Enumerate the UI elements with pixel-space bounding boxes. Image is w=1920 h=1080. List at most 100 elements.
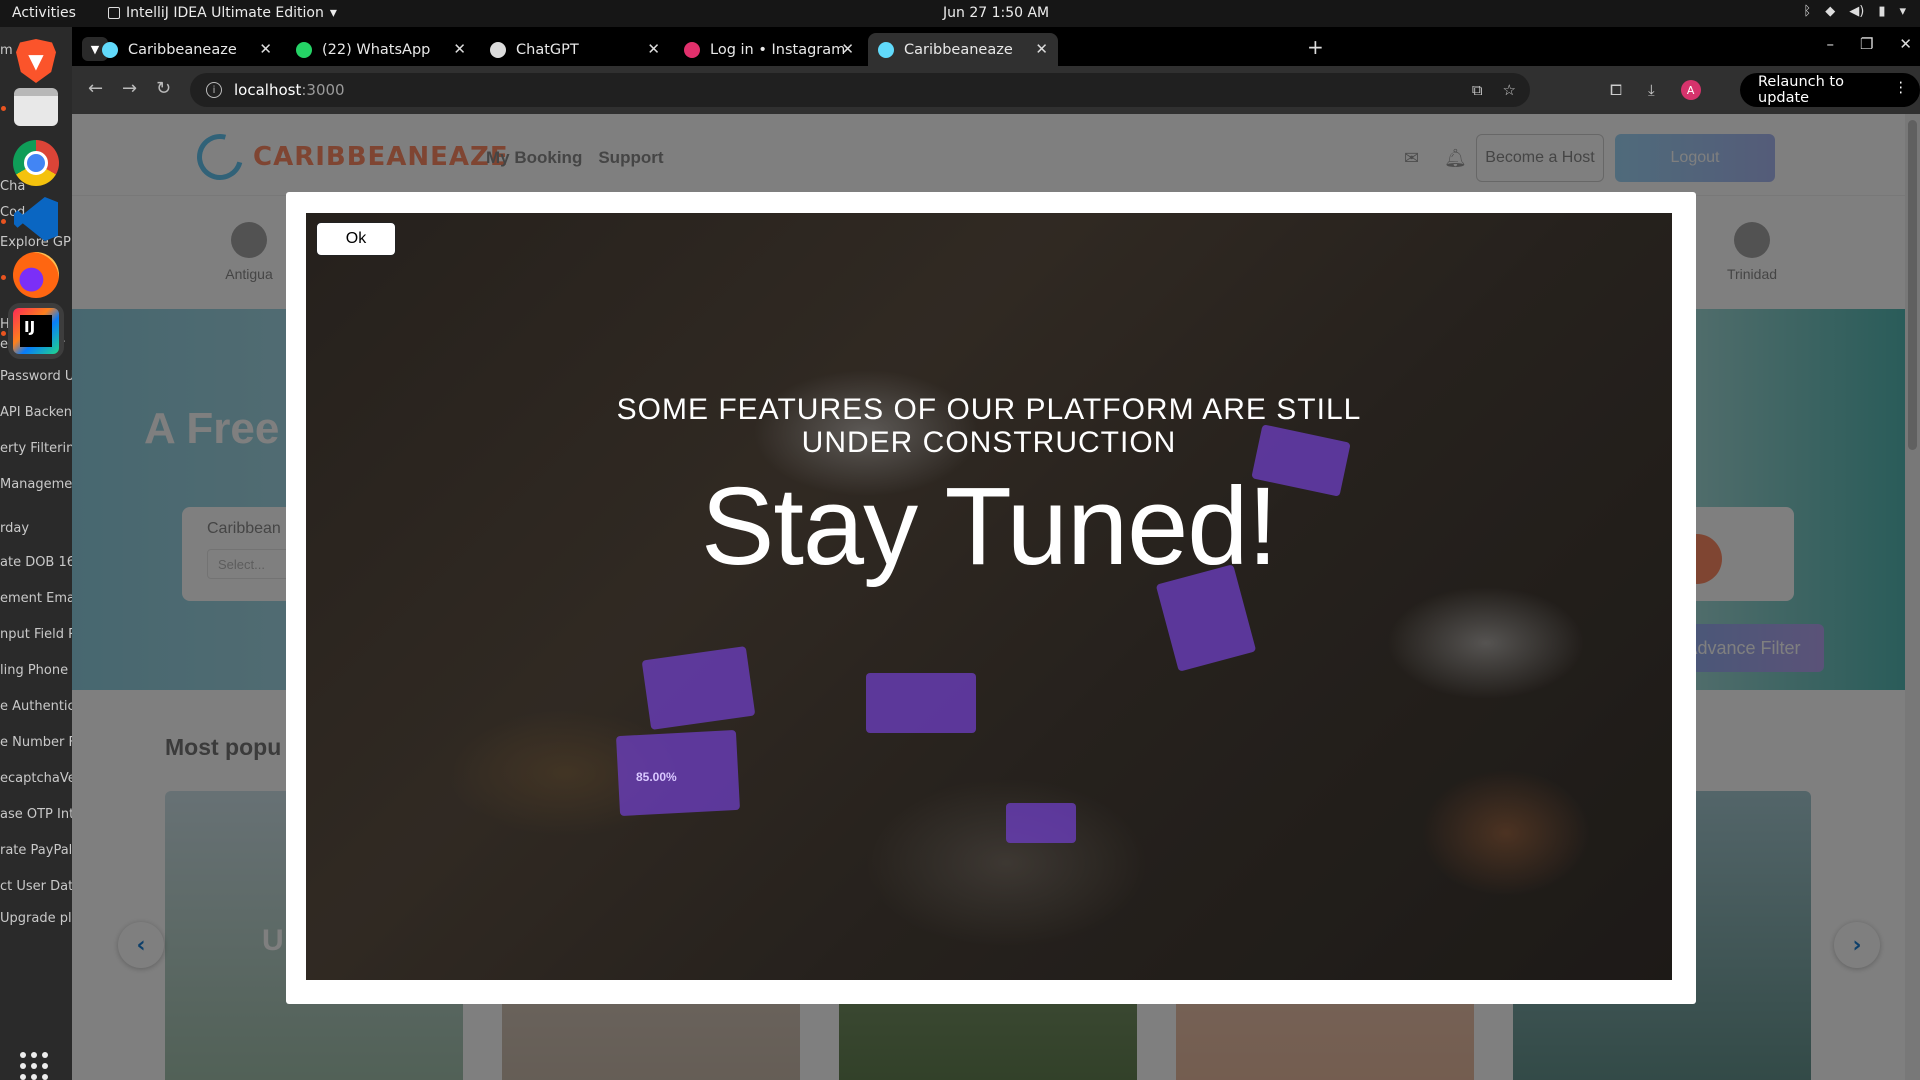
new-tab-button[interactable]: + <box>1307 35 1324 59</box>
running-indicator <box>1 331 6 336</box>
bluetooth-icon: ᛒ <box>1803 4 1812 19</box>
background-text-line: ement Email <box>0 591 72 606</box>
background-text-line: rate PayPal <box>0 843 72 858</box>
address-bar[interactable]: i localhost:3000 ⧉ ☆ <box>190 73 1530 107</box>
tab-close-icon[interactable]: ✕ <box>259 40 272 58</box>
browser-tab[interactable]: Caribbeaneaze ✕ <box>868 33 1058 66</box>
browser-toolbar: ← → ↻ i localhost:3000 ⧉ ☆ ⧠ ⤓ A Relaunc… <box>72 66 1920 114</box>
tab-favicon-icon <box>490 41 506 58</box>
background-text-line: ling Phone <box>0 663 69 678</box>
background-text-line: Managemen <box>0 477 72 492</box>
show-apps-icon[interactable] <box>20 1052 48 1080</box>
forward-icon[interactable]: → <box>122 78 137 99</box>
page-viewport: CARIBBEANEAZE My Booking Support ✉ 🔔︎ Be… <box>72 114 1920 1080</box>
browser-tab[interactable]: ChatGPT ✕ <box>480 33 670 66</box>
background-text-line: e Number F <box>0 735 72 750</box>
dock-files[interactable] <box>8 79 64 135</box>
browser-tab[interactable]: Log in • Instagram ✕ <box>674 33 864 66</box>
tablet-screen <box>615 729 741 817</box>
activities-button[interactable]: Activities <box>12 5 76 21</box>
wifi-icon: ◆ <box>1825 4 1836 19</box>
relaunch-button[interactable]: Relaunch to update ⋮ <box>1740 73 1920 107</box>
dock-intellij[interactable]: IJ <box>8 303 64 359</box>
ok-button[interactable]: Ok <box>316 222 396 256</box>
vscode-icon <box>14 197 58 241</box>
dock: mChaCodExplore GPHae Card forPassword UA… <box>0 27 72 1080</box>
battery-icon: ▮ <box>1878 4 1886 19</box>
omnibox-actions: ⧉ ☆ <box>1472 81 1516 99</box>
running-indicator <box>1 219 6 224</box>
intellij-icon: IJ <box>13 308 59 354</box>
site-info-icon[interactable]: i <box>206 82 222 98</box>
system-top-bar: Activities IntelliJ IDEA Ultimate Editio… <box>0 0 1920 27</box>
dock-chrome[interactable] <box>8 135 64 191</box>
modal-subtitle-line: UNDER CONSTRUCTION <box>801 426 1177 459</box>
url-host: localhost <box>234 81 302 99</box>
tab-favicon-icon <box>684 41 700 58</box>
tab-favicon-icon <box>296 41 312 58</box>
brave-icon: ▼ <box>16 39 56 83</box>
tab-close-icon[interactable]: ✕ <box>1035 40 1048 58</box>
system-tray[interactable]: ᛒ ◆ ◀) ▮ ▾ <box>1803 4 1906 19</box>
under-construction-modal: 85.00% Ok SOME FEATURES OF OUR PLATFORM … <box>286 192 1696 1004</box>
firefox-icon <box>13 252 59 298</box>
app-menu[interactable]: IntelliJ IDEA Ultimate Edition ▾ <box>108 5 337 21</box>
background-text-line: e Authentic <box>0 699 72 714</box>
laptop-screen <box>641 646 756 730</box>
tab-title: (22) WhatsApp <box>322 41 431 58</box>
tab-title: ChatGPT <box>516 41 579 58</box>
back-icon[interactable]: ← <box>88 78 103 99</box>
background-text-line: ate DOB 16 <box>0 555 72 570</box>
tab-close-icon[interactable]: ✕ <box>841 40 854 58</box>
reload-icon[interactable]: ↻ <box>156 78 171 99</box>
chevron-down-icon: ▾ <box>329 5 337 21</box>
toolbar-actions: ⧠ ⤓ A <box>1610 80 1701 100</box>
volume-icon: ◀) <box>1849 4 1865 19</box>
background-text-line: ct User Data <box>0 879 72 894</box>
profile-avatar[interactable]: A <box>1680 80 1701 100</box>
app-menu-label: IntelliJ IDEA Ultimate Edition <box>126 5 324 21</box>
download-icon[interactable]: ⤓ <box>1648 81 1655 99</box>
window-controls: – ❐ ✕ <box>1826 35 1912 53</box>
maximize-icon[interactable]: ❐ <box>1860 35 1873 53</box>
background-text-line: ecaptchaVe <box>0 771 72 786</box>
tab-favicon-icon <box>102 41 118 58</box>
dock-firefox[interactable] <box>8 247 64 303</box>
team-meeting-photo: 85.00% Ok SOME FEATURES OF OUR PLATFORM … <box>306 213 1672 980</box>
close-icon[interactable]: ✕ <box>1899 35 1912 53</box>
background-text-line: nput Field R <box>0 627 72 642</box>
chevron-down-icon: ▾ <box>1899 4 1906 19</box>
clock[interactable]: Jun 27 1:50 AM <box>943 5 1049 21</box>
browser-tab[interactable]: Caribbeaneaze ✕ <box>92 33 282 66</box>
modal-subtitle: SOME FEATURES OF OUR PLATFORM ARE STILL … <box>306 393 1672 459</box>
background-text-line: Password U <box>0 369 72 384</box>
phone-screen <box>1006 803 1076 843</box>
tab-title: Caribbeaneaze <box>128 41 237 58</box>
relaunch-label: Relaunch to update <box>1758 74 1844 106</box>
tab-favicon-icon <box>878 41 894 58</box>
modal-subtitle-line: SOME FEATURES OF OUR PLATFORM ARE STILL <box>616 393 1362 426</box>
extensions-icon[interactable]: ⧠ <box>1610 81 1622 99</box>
background-text-line: ase OTP Int <box>0 807 72 822</box>
background-text-line: API Backen <box>0 405 72 420</box>
running-indicator <box>1 106 6 111</box>
modal-headline: Stay Tuned! <box>700 465 1278 588</box>
background-text-line: erty Filterin <box>0 441 72 456</box>
tab-close-icon[interactable]: ✕ <box>453 40 466 58</box>
browser-tab-strip: ▼ Caribbeaneaze ✕ (22) WhatsApp ✕ ChatGPT ✕ Lo… <box>72 27 1920 66</box>
install-app-icon[interactable]: ⧉ <box>1472 81 1483 99</box>
browser-tab[interactable]: (22) WhatsApp ✕ <box>286 33 476 66</box>
intellij-mini-icon <box>108 7 120 19</box>
tab-title: Log in • Instagram <box>710 41 846 58</box>
tab-close-icon[interactable]: ✕ <box>647 40 660 58</box>
laptop-percentage: 85.00% <box>636 770 677 784</box>
chrome-icon <box>13 140 59 186</box>
tab-title: Caribbeaneaze <box>904 41 1013 58</box>
menu-kebab-icon: ⋮ <box>1893 80 1909 96</box>
background-text-line: Upgrade pl <box>0 911 72 926</box>
dock-vscode[interactable] <box>8 191 64 247</box>
minimize-icon[interactable]: – <box>1826 35 1834 53</box>
files-icon <box>14 88 58 126</box>
background-text-line: rday <box>0 521 30 536</box>
bookmark-star-icon[interactable]: ☆ <box>1503 81 1516 99</box>
